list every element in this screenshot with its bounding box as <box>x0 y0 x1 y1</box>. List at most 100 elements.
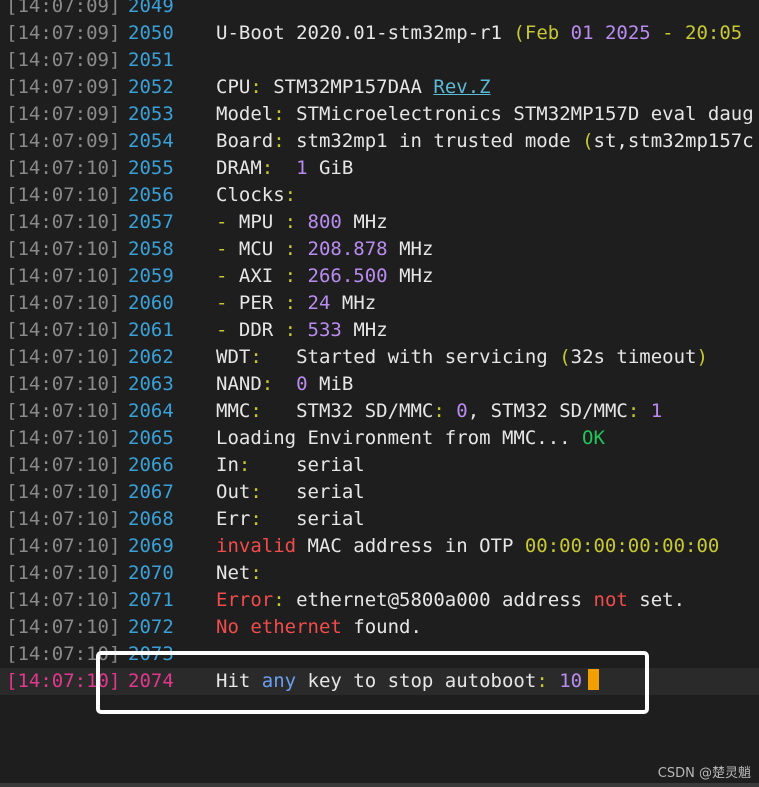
log-segment: not <box>593 589 628 611</box>
line-number: 2053 <box>128 103 174 125</box>
log-segment: MMC <box>216 400 251 422</box>
log-segment: : <box>273 130 297 152</box>
log-timestamp: [14:07:10] <box>6 400 121 422</box>
log-segment: : <box>250 562 262 584</box>
line-number: 2069 <box>128 535 174 557</box>
log-segment: Out <box>216 481 251 503</box>
log-line: [14:07:09] 2049 <box>0 0 759 20</box>
line-number: 2072 <box>128 616 174 638</box>
log-segment: - <box>216 292 239 314</box>
log-segment: serial <box>296 454 365 476</box>
log-text: Hit any key to stop autoboot: 10 <box>216 668 600 695</box>
log-segment: STMicroelectronics STM32MP157D eval daug <box>296 103 754 125</box>
log-segment: - <box>216 265 239 287</box>
log-segment: stm32mp1 in trusted mode <box>296 130 583 152</box>
terminal-cursor <box>588 669 600 690</box>
log-segment: Feb <box>524 22 571 44</box>
log-segment: 0 <box>456 400 468 422</box>
log-segment: 0 <box>296 373 308 395</box>
log-segment: 800 <box>307 211 342 233</box>
log-segment: DRAM <box>216 157 262 179</box>
log-segment: GiB <box>307 157 354 179</box>
log-segment: : <box>284 184 297 206</box>
log-segment: : <box>250 346 297 368</box>
log-segment: Started with servicing <box>296 346 560 368</box>
log-line: [14:07:10] 2062 WDT: Started with servicin… <box>0 344 759 371</box>
log-segment: No ethernet <box>216 616 342 638</box>
log-segment: PER <box>238 292 285 314</box>
log-line: [14:07:10] 2061 - DDR : 533 MHz <box>0 317 759 344</box>
log-line: [14:07:09] 2052 CPU: STM32MP157DAA Rev.Z <box>0 74 759 101</box>
log-link[interactable]: Rev.Z <box>433 76 490 98</box>
log-line: [14:07:10] 2066 In: serial <box>0 452 759 479</box>
log-segment: STM32MP157DAA <box>273 76 434 98</box>
log-segment: , STM32 SD/MMC <box>467 400 628 422</box>
line-number: 2063 <box>128 373 174 395</box>
log-segment: : <box>250 508 297 530</box>
log-segment: : <box>273 589 297 611</box>
log-timestamp: [14:07:10] <box>6 427 121 449</box>
log-text: Loading Environment from MMC... OK <box>216 425 605 452</box>
log-line: [14:07:09] 2051 <box>0 47 759 74</box>
log-segment: : <box>433 400 457 422</box>
log-timestamp: [14:07:10] <box>6 211 121 233</box>
log-line: [14:07:09] 2050 U-Boot 2020.01-stm32mp-r1 … <box>0 20 759 47</box>
log-segment: WDT <box>216 346 251 368</box>
log-segment: : <box>536 670 560 692</box>
log-segment: U-Boot 2020.01-stm32mp-r1 <box>216 22 514 44</box>
log-timestamp: [14:07:09] <box>6 76 121 98</box>
log-segment: 00:00:00:00:00:00 <box>524 535 720 557</box>
log-segment: OK <box>582 427 605 449</box>
log-segment: MiB <box>307 373 354 395</box>
log-timestamp: [14:07:09] <box>6 103 121 125</box>
line-number: 2055 <box>128 157 174 179</box>
log-segment: MHz <box>341 211 388 233</box>
log-line: [14:07:10] 2070 Net: <box>0 560 759 587</box>
log-segment: invalid <box>216 535 297 557</box>
line-number: 2064 <box>128 400 174 422</box>
log-segment: : <box>261 373 297 395</box>
log-segment: Err <box>216 508 251 530</box>
log-timestamp: [14:07:10] <box>6 535 121 557</box>
terminal-output[interactable]: [14:07:09] 2049 [14:07:09] 2050 U-Boot 2020.… <box>0 0 759 695</box>
log-segment: Error <box>216 589 274 611</box>
line-number: 2071 <box>128 589 174 611</box>
log-segment: 208.878 <box>307 238 388 260</box>
line-number: 2049 <box>128 0 174 17</box>
log-text: - DDR : 533 MHz <box>216 317 388 344</box>
line-number: 2059 <box>128 265 174 287</box>
line-number: 2057 <box>128 211 174 233</box>
log-segment: 266.500 <box>307 265 388 287</box>
log-timestamp: [14:07:10] <box>6 508 121 530</box>
log-segment: : <box>273 103 297 125</box>
log-segment: ) <box>696 346 708 368</box>
log-timestamp: [14:07:10] <box>6 265 121 287</box>
log-segment: serial <box>296 508 365 530</box>
log-line: [14:07:10] 2060 - PER : 24 MHz <box>0 290 759 317</box>
log-line: [14:07:10] 2071 Error: ethernet@5800a000 a… <box>0 587 759 614</box>
log-timestamp: [14:07:10] <box>6 238 121 260</box>
line-number: 2056 <box>128 184 174 206</box>
log-text: WDT: Started with servicing (32s timeout… <box>216 344 708 371</box>
log-timestamp: [14:07:10] <box>6 481 121 503</box>
log-text: U-Boot 2020.01-stm32mp-r1 (Feb 01 2025 -… <box>216 20 742 47</box>
current-log-line: [14:07:10] 2074 Hit any key to stop autobo… <box>0 668 759 695</box>
log-text: Clocks: <box>216 182 296 209</box>
log-segment: : <box>238 454 297 476</box>
line-number: 2070 <box>128 562 174 584</box>
log-line: [14:07:10] 2055 DRAM: 1 GiB <box>0 155 759 182</box>
log-segment: In <box>216 454 239 476</box>
log-segment: MAC address in OTP <box>296 535 525 557</box>
log-segment: set. <box>627 589 686 611</box>
log-line: [14:07:10] 2056 Clocks: <box>0 182 759 209</box>
log-segment: MCU <box>238 238 285 260</box>
log-segment: MHz <box>387 238 434 260</box>
log-segment: : <box>250 400 297 422</box>
log-segment: Hit <box>216 670 262 692</box>
log-text: Net: <box>216 560 262 587</box>
log-text: MMC: STM32 SD/MMC: 0, STM32 SD/MMC: 1 <box>216 398 662 425</box>
log-text: - MPU : 800 MHz <box>216 209 388 236</box>
horizontal-scrollbar[interactable] <box>0 783 759 787</box>
log-line: [14:07:10] 2059 - AXI : 266.500 MHz <box>0 263 759 290</box>
log-segment: ( <box>513 22 525 44</box>
